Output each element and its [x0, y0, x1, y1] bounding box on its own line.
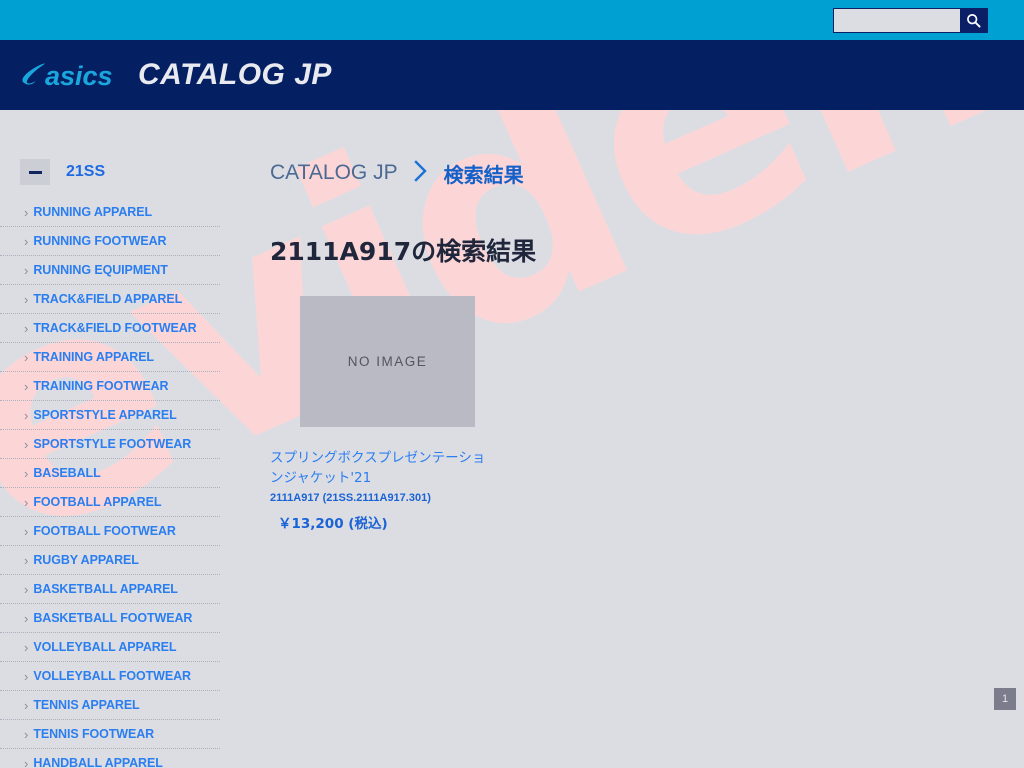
chevron-right-icon: › — [24, 668, 29, 684]
chevron-right-icon: › — [24, 552, 29, 568]
sidebar-item[interactable]: › RUNNING FOOTWEAR — [0, 227, 220, 256]
sidebar-item-label: FOOTBALL FOOTWEAR — [33, 524, 176, 538]
sidebar-item-label: VOLLEYBALL FOOTWEAR — [33, 669, 191, 683]
page-title: 2111A917の検索結果 — [270, 237, 537, 266]
asics-logo-icon[interactable]: asics — [20, 57, 124, 93]
sidebar-item-label: TRAINING FOOTWEAR — [33, 379, 169, 393]
breadcrumb: CATALOG JP 検索結果 — [270, 158, 1024, 188]
chevron-right-icon: › — [24, 378, 29, 394]
chevron-right-icon: › — [24, 755, 29, 768]
category-sidebar: 21SS › RUNNING APPAREL › RUNNING FOOTWEAR › R… — [0, 110, 240, 768]
product-card[interactable]: NO IMAGE スプリングボクスプレゼンテーションジャケット'21 2111A91… — [270, 296, 485, 533]
sidebar-item-label: TRAINING APPAREL — [33, 350, 154, 364]
product-grid: NO IMAGE スプリングボクスプレゼンテーションジャケット'21 2111A91… — [270, 296, 1024, 532]
sidebar-item[interactable]: › TRAINING FOOTWEAR — [0, 372, 220, 401]
sidebar-item[interactable]: › BASKETBALL APPAREL — [0, 575, 220, 604]
sidebar-item-label: RUNNING APPAREL — [33, 205, 152, 219]
sidebar-item-label: TRACK&FIELD FOOTWEAR — [33, 321, 197, 335]
product-thumbnail[interactable]: NO IMAGE — [300, 296, 475, 427]
page-body: 21SS › RUNNING APPAREL › RUNNING FOOTWEAR › R… — [0, 110, 1024, 768]
sidebar-item-label: RUNNING FOOTWEAR — [33, 234, 167, 248]
chevron-right-icon: › — [24, 291, 29, 307]
season-label: 21SS — [66, 163, 106, 180]
top-utility-bar — [0, 0, 1024, 40]
sidebar-item[interactable]: › SPORTSTYLE FOOTWEAR — [0, 430, 220, 459]
search-input[interactable] — [834, 9, 960, 32]
sidebar-item[interactable]: › RUNNING EQUIPMENT — [0, 256, 220, 285]
chevron-right-icon: › — [24, 494, 29, 510]
sidebar-item[interactable]: › HANDBALL APPAREL — [0, 749, 220, 768]
chevron-right-icon — [413, 159, 428, 187]
chevron-right-icon: › — [24, 407, 29, 423]
sidebar-item-label: VOLLEYBALL APPAREL — [33, 640, 177, 654]
chevron-right-icon: › — [24, 320, 29, 336]
season-collapse-toggle[interactable] — [20, 159, 50, 185]
product-price: ￥13,200 (税込) — [278, 516, 388, 533]
category-list: › RUNNING APPAREL › RUNNING FOOTWEAR › RUNNIN… — [0, 198, 240, 768]
site-header: asics CATALOG JP — [0, 40, 1024, 110]
product-name-link[interactable]: スプリングボクスプレゼンテーションジャケット'21 — [270, 449, 486, 488]
sidebar-item-label: TENNIS APPAREL — [33, 698, 140, 712]
breadcrumb-root-link[interactable]: CATALOG JP — [270, 161, 398, 185]
breadcrumb-current: 検索結果 — [443, 162, 524, 187]
sidebar-item-label: SPORTSTYLE APPAREL — [33, 408, 177, 422]
chevron-right-icon: › — [24, 726, 29, 742]
chevron-right-icon: › — [24, 610, 29, 626]
sidebar-item[interactable]: › VOLLEYBALL APPAREL — [0, 633, 220, 662]
sidebar-item-label: RUNNING EQUIPMENT — [33, 263, 168, 277]
chevron-right-icon: › — [24, 697, 29, 713]
chevron-right-icon: › — [24, 349, 29, 365]
sidebar-item[interactable]: › BASKETBALL FOOTWEAR — [0, 604, 220, 633]
sidebar-item-label: FOOTBALL APPAREL — [33, 495, 162, 509]
season-header: 21SS — [0, 158, 240, 186]
sidebar-item[interactable]: › RUNNING APPAREL — [0, 198, 220, 227]
chevron-right-icon: › — [24, 581, 29, 597]
chevron-right-icon: › — [24, 523, 29, 539]
chevron-right-icon: › — [24, 639, 29, 655]
pagination-page-button[interactable]: 1 — [994, 688, 1016, 710]
sidebar-item[interactable]: › FOOTBALL FOOTWEAR — [0, 517, 220, 546]
sidebar-item[interactable]: › TENNIS FOOTWEAR — [0, 720, 220, 749]
sidebar-item-label: BASEBALL — [33, 466, 101, 480]
sidebar-item-label: RUGBY APPAREL — [33, 553, 139, 567]
sidebar-item[interactable]: › RUGBY APPAREL — [0, 546, 220, 575]
chevron-right-icon: › — [24, 465, 29, 481]
sidebar-item[interactable]: › BASEBALL — [0, 459, 220, 488]
chevron-right-icon: › — [24, 436, 29, 452]
chevron-right-icon: › — [24, 262, 29, 278]
main-content: CATALOG JP 検索結果 2111A917の検索結果 NO IMAGE スプ… — [240, 110, 1024, 768]
chevron-right-icon: › — [24, 204, 29, 220]
search-icon — [966, 13, 981, 28]
sidebar-item-label: HANDBALL APPAREL — [33, 756, 163, 768]
chevron-right-icon: › — [24, 233, 29, 249]
sidebar-item[interactable]: › TRACK&FIELD FOOTWEAR — [0, 314, 220, 343]
search-button[interactable] — [960, 9, 987, 32]
pagination: 1 — [994, 688, 1016, 710]
no-image-placeholder-text: NO IMAGE — [347, 354, 428, 369]
sidebar-item[interactable]: › TENNIS APPAREL — [0, 691, 220, 720]
sidebar-item[interactable]: › TRAINING APPAREL — [0, 343, 220, 372]
minus-icon — [28, 170, 42, 174]
sidebar-item-label: TENNIS FOOTWEAR — [33, 727, 155, 741]
sidebar-item-label: BASKETBALL APPAREL — [33, 582, 178, 596]
sidebar-item[interactable]: › FOOTBALL APPAREL — [0, 488, 220, 517]
site-title: CATALOG JP — [138, 58, 332, 91]
sidebar-item[interactable]: › SPORTSTYLE APPAREL — [0, 401, 220, 430]
sidebar-item-label: SPORTSTYLE FOOTWEAR — [33, 437, 192, 451]
sidebar-item-label: TRACK&FIELD APPAREL — [33, 292, 183, 306]
search-box — [833, 8, 988, 33]
sidebar-item[interactable]: › TRACK&FIELD APPAREL — [0, 285, 220, 314]
sidebar-item[interactable]: › VOLLEYBALL FOOTWEAR — [0, 662, 220, 691]
svg-text:asics: asics — [45, 61, 113, 91]
sidebar-item-label: BASKETBALL FOOTWEAR — [33, 611, 193, 625]
product-code: 2111A917 (21SS.2111A917.301) — [270, 492, 431, 505]
